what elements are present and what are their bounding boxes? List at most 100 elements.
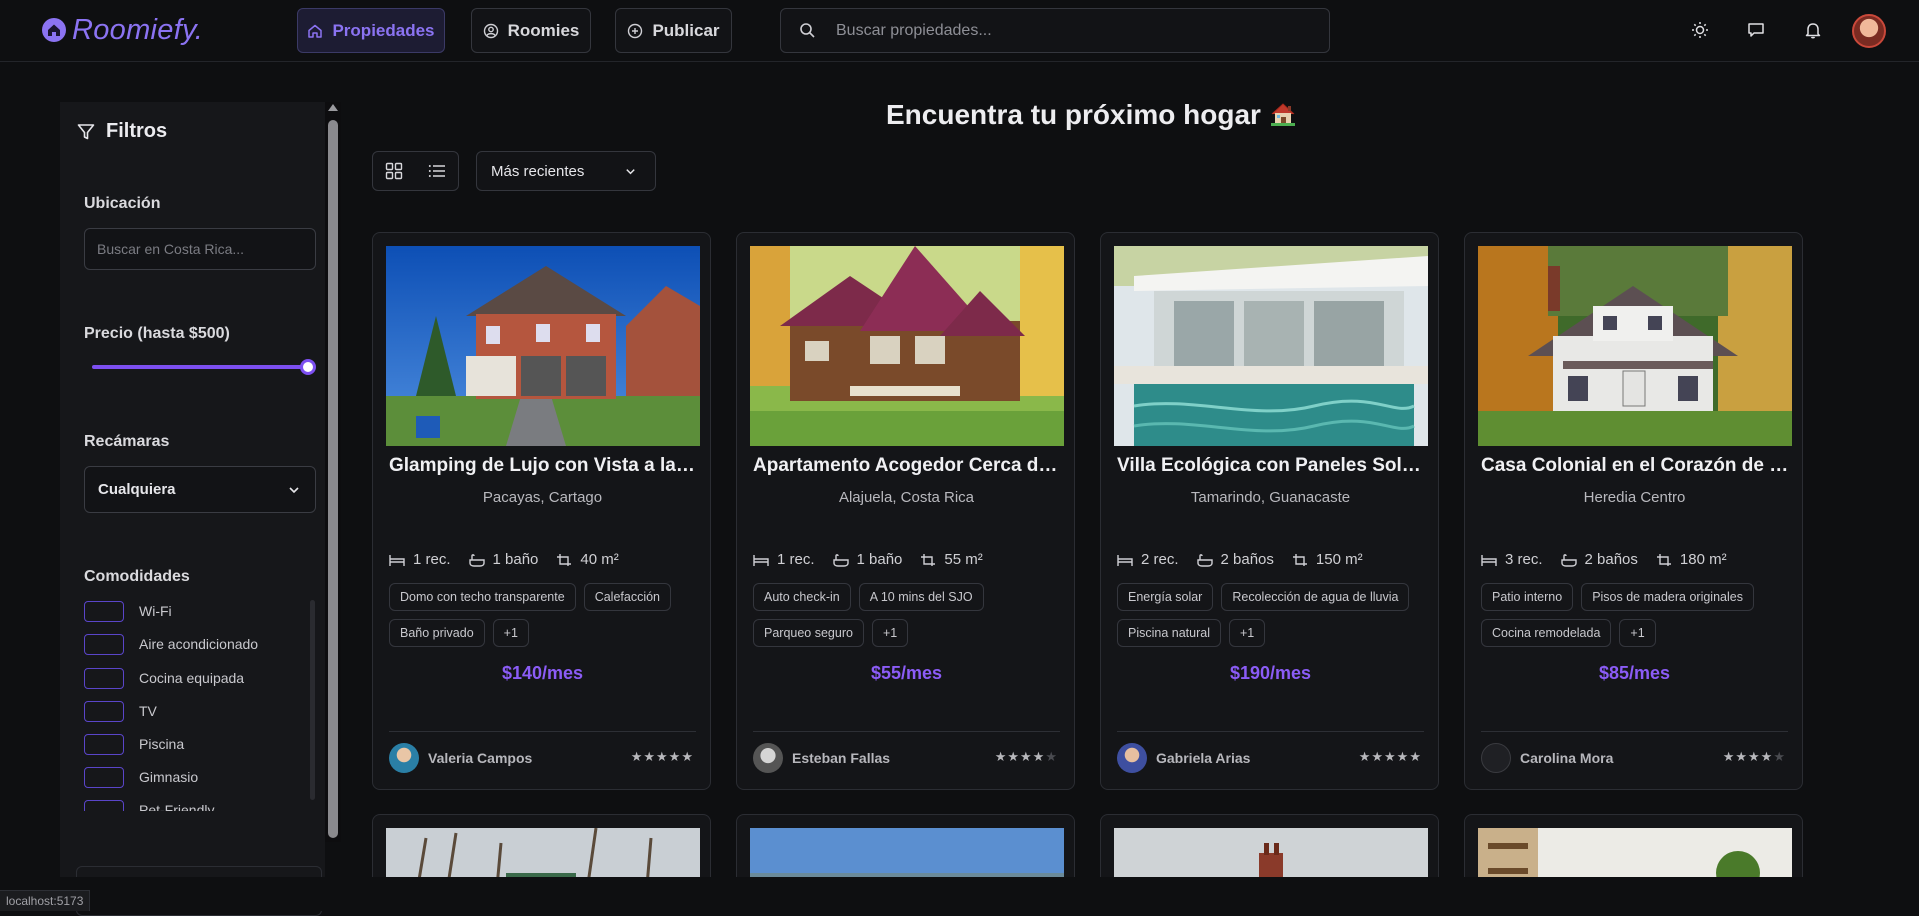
app-name: Roomiefy. — [72, 13, 204, 46]
bedrooms-label: Recámaras — [84, 433, 170, 450]
tag: Baño privado — [389, 619, 485, 647]
amenity-pet-friendly[interactable]: Pet-Friendly — [84, 799, 214, 811]
sort-select[interactable]: Más recientes — [476, 151, 656, 191]
sidebar-scroll-thumb[interactable] — [328, 120, 338, 838]
property-card[interactable]: Villa Ecológica con Paneles Solar… Tamar… — [1100, 232, 1439, 790]
rating-stars: ★★★★★ — [1722, 749, 1786, 764]
location-input[interactable] — [84, 228, 316, 270]
property-card[interactable]: Casa Colonial en el Corazón de … Heredia… — [1464, 232, 1803, 790]
checkbox[interactable] — [84, 600, 124, 622]
user-avatar[interactable] — [1852, 14, 1886, 48]
amenity-aire[interactable]: Aire acondicionado — [84, 633, 258, 655]
property-image[interactable] — [1478, 246, 1792, 446]
area-icon — [1656, 553, 1671, 566]
amenity-wifi[interactable]: Wi-Fi — [84, 600, 172, 622]
grid-view-button[interactable] — [373, 152, 416, 190]
tag-more[interactable]: +1 — [1619, 619, 1656, 647]
amenity-tv[interactable]: TV — [84, 700, 157, 722]
price-slider-track[interactable] — [92, 365, 308, 369]
tag: Auto check-in — [753, 583, 851, 611]
property-location: Tamarindo, Guanacaste — [1190, 489, 1351, 506]
tag-more[interactable]: +1 — [871, 619, 909, 647]
bedrooms-select[interactable]: Cualquiera — [84, 466, 316, 513]
tag-more[interactable]: +1 — [1229, 619, 1266, 647]
sun-icon[interactable] — [1690, 20, 1710, 40]
search-input[interactable] — [834, 20, 1274, 41]
home-icon — [308, 24, 323, 38]
checkbox[interactable] — [84, 633, 124, 655]
nav-propiedades-button[interactable]: Propiedades — [297, 8, 445, 53]
tag: Parqueo seguro — [753, 619, 864, 647]
house-photo — [1478, 246, 1792, 446]
owner-avatar — [1117, 743, 1147, 773]
property-image[interactable] — [386, 246, 700, 446]
nav-publicar-button[interactable]: Publicar — [615, 8, 732, 53]
bed-icon — [1117, 554, 1133, 566]
tag-more[interactable]: +1 — [492, 619, 529, 647]
property-title[interactable]: Glamping de Lujo con Vista a las… — [389, 455, 699, 477]
owner-avatar — [389, 743, 419, 773]
scroll-up-arrow[interactable] — [328, 104, 338, 111]
page-title: Encuentra tu próximo hogar — [886, 99, 1297, 131]
nav-label: Roomies — [507, 20, 580, 40]
divider — [1481, 731, 1788, 732]
bath-icon — [1196, 553, 1213, 567]
bath-icon — [832, 553, 849, 567]
property-tags: Domo con techo transparente Calefacción … — [389, 583, 699, 647]
owner-info[interactable]: Gabriela Arias — [1117, 743, 1250, 773]
search-bar — [780, 8, 1330, 53]
property-title[interactable]: Casa Colonial en el Corazón de … — [1481, 455, 1791, 477]
property-tags: Patio interno Pisos de madera originales… — [1481, 583, 1791, 647]
amenity-piscina[interactable]: Piscina — [84, 733, 184, 755]
nav-label: Publicar — [652, 20, 720, 40]
tag: Calefacción — [583, 583, 672, 611]
bath-icon — [468, 553, 485, 567]
grid-icon — [386, 162, 403, 180]
list-icon — [428, 165, 445, 177]
property-image[interactable] — [1114, 246, 1428, 446]
checkbox[interactable] — [84, 700, 124, 722]
amenities-scrollbar[interactable] — [310, 600, 315, 800]
tag: A 10 mins del SJO — [858, 583, 984, 611]
owner-info[interactable]: Esteban Fallas — [753, 743, 890, 773]
tag: Pisos de madera originales — [1581, 583, 1754, 611]
checkbox[interactable] — [84, 733, 124, 755]
user-circle-icon — [483, 23, 498, 38]
property-image[interactable] — [750, 246, 1064, 446]
chevron-down-icon — [626, 168, 635, 174]
nav-label: Propiedades — [332, 20, 435, 40]
chat-icon[interactable] — [1746, 20, 1766, 40]
tag: Patio interno — [1481, 583, 1574, 611]
property-card[interactable]: Apartamento Acogedor Cerca d… Alajuela, … — [736, 232, 1075, 790]
price-slider-thumb[interactable] — [300, 359, 316, 375]
property-price: $190/mes — [1229, 663, 1312, 683]
tag: Domo con techo transparente — [389, 583, 576, 611]
checkbox[interactable] — [84, 667, 124, 689]
filters-title: Filtros — [76, 120, 167, 143]
app-logo[interactable]: Roomiefy. — [40, 12, 203, 48]
list-view-button[interactable] — [416, 152, 459, 190]
property-card[interactable]: Glamping de Lujo con Vista a las… Pacaya… — [372, 232, 711, 790]
area-icon — [1292, 553, 1307, 566]
tag: Cocina remodelada — [1481, 619, 1612, 647]
property-price: $140/mes — [501, 663, 584, 683]
house-photo — [386, 246, 700, 446]
view-toggle — [372, 151, 459, 191]
property-title[interactable]: Villa Ecológica con Paneles Solar… — [1117, 455, 1427, 477]
owner-info[interactable]: Carolina Mora — [1481, 743, 1613, 773]
divider — [389, 731, 696, 732]
house-emoji-icon — [1270, 103, 1295, 126]
property-title[interactable]: Apartamento Acogedor Cerca d… — [753, 455, 1063, 477]
bottom-fade — [0, 877, 1919, 911]
rating-stars: ★★★★★ — [1358, 749, 1422, 764]
amenity-gimnasio[interactable]: Gimnasio — [84, 766, 198, 788]
amenity-cocina[interactable]: Cocina equipada — [84, 667, 244, 689]
location-label: Ubicación — [84, 195, 161, 212]
checkbox[interactable] — [84, 799, 124, 811]
nav-roomies-button[interactable]: Roomies — [471, 8, 591, 53]
property-tags: Energía solar Recolección de agua de llu… — [1117, 583, 1427, 647]
filter-icon — [77, 123, 95, 139]
checkbox[interactable] — [84, 766, 124, 788]
owner-info[interactable]: Valeria Campos — [389, 743, 532, 773]
bell-icon[interactable] — [1803, 20, 1823, 40]
